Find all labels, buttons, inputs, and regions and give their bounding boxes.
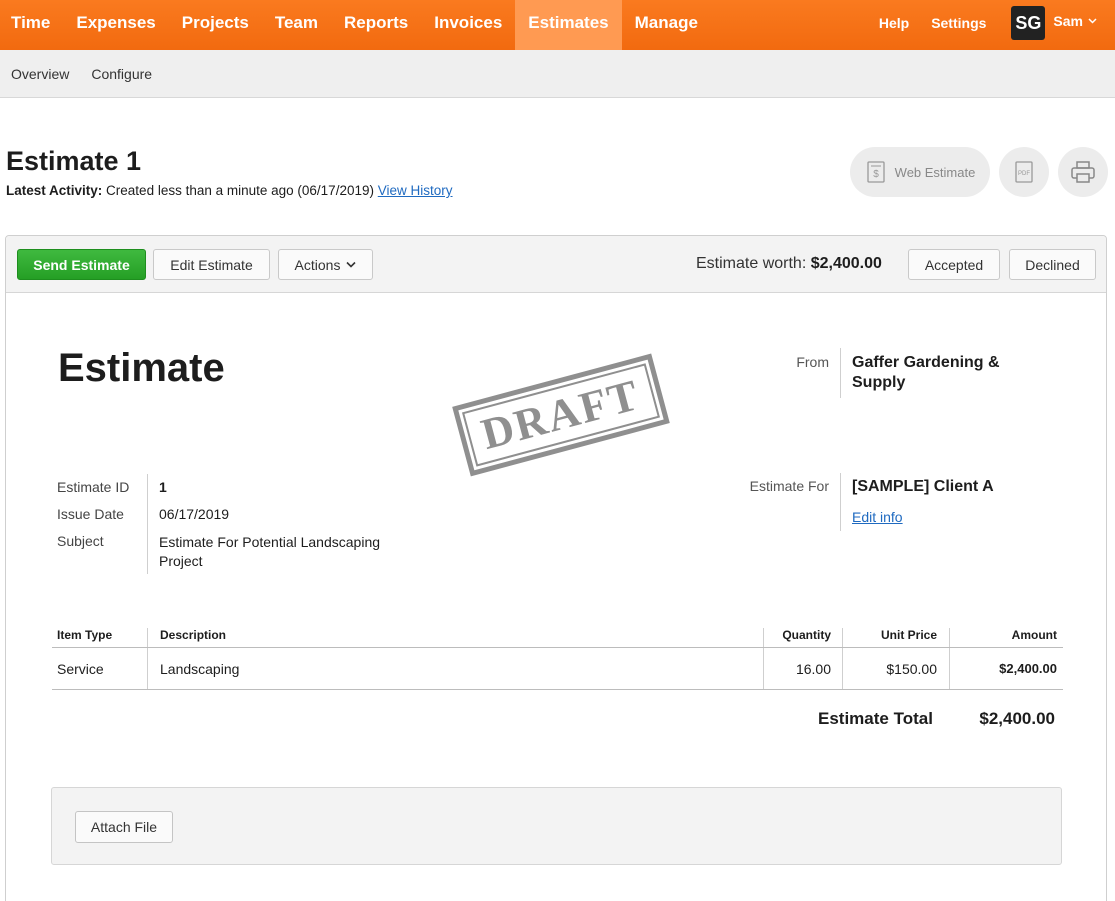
sub-nav: Overview Configure <box>0 50 1115 98</box>
worth-value: $2,400.00 <box>810 255 882 272</box>
web-estimate-label: Web Estimate <box>894 164 976 180</box>
cell-unit-price: $150.00 <box>842 648 949 689</box>
header-description: Description <box>147 628 764 647</box>
actions-label: Actions <box>294 256 341 273</box>
estimate-toolbar: Send Estimate Edit Estimate Actions Esti… <box>6 236 1106 293</box>
from-value: Gaffer Gardening & Supply <box>852 354 1000 391</box>
pdf-button[interactable]: PDF <box>999 147 1049 197</box>
user-name: Sam <box>1053 13 1083 29</box>
declined-button[interactable]: Declined <box>1009 249 1096 280</box>
header-unit-price: Unit Price <box>842 628 949 647</box>
nav-item-reports[interactable]: Reports <box>331 0 421 50</box>
subject-value: Estimate For Potential Landscaping Proje… <box>159 534 381 569</box>
nav-item-team[interactable]: Team <box>262 0 331 50</box>
nav-item-expenses[interactable]: Expenses <box>63 0 168 50</box>
issue-date-label: Issue Date <box>57 506 124 522</box>
printer-icon <box>1071 161 1095 183</box>
nav-item-time[interactable]: Time <box>0 0 63 50</box>
actions-dropdown[interactable]: Actions <box>278 249 373 280</box>
cell-description: Landscaping <box>147 648 764 689</box>
divider <box>840 473 841 531</box>
header-item-type: Item Type <box>57 628 113 642</box>
activity-text: Created less than a minute ago (06/17/20… <box>106 183 374 198</box>
send-estimate-button[interactable]: Send Estimate <box>17 249 146 280</box>
pdf-icon: PDF <box>1015 161 1033 183</box>
accepted-button[interactable]: Accepted <box>908 249 1000 280</box>
help-link[interactable]: Help <box>868 0 920 50</box>
latest-activity: Latest Activity: Created less than a min… <box>6 183 453 198</box>
estimate-worth: Estimate worth: $2,400.00 <box>696 255 882 273</box>
issue-date-value: 06/17/2019 <box>159 506 230 522</box>
worth-label: Estimate worth: <box>696 255 807 272</box>
activity-label: Latest Activity: <box>6 183 103 198</box>
chevron-down-icon <box>1088 18 1097 24</box>
avatar[interactable]: SG <box>1011 6 1046 40</box>
table-row: Service Landscaping 16.00 $150.00 $2,400… <box>52 648 1063 690</box>
header-amount: Amount <box>949 628 1063 647</box>
edit-estimate-button[interactable]: Edit Estimate <box>153 249 270 280</box>
nav-item-estimates[interactable]: Estimates <box>515 0 622 50</box>
client-name: [SAMPLE] Client A <box>852 478 994 495</box>
top-nav: Time Expenses Projects Team Reports Invo… <box>0 0 1115 50</box>
nav-item-invoices[interactable]: Invoices <box>421 0 515 50</box>
nav-item-manage[interactable]: Manage <box>622 0 711 50</box>
estimate-id-value: 1 <box>159 479 167 495</box>
user-menu[interactable]: Sam <box>1053 13 1097 29</box>
divider <box>840 348 841 398</box>
estimate-total-label: Estimate Total <box>818 709 933 728</box>
view-history-link[interactable]: View History <box>378 183 453 198</box>
estimate-panel: Send Estimate Edit Estimate Actions Esti… <box>5 235 1107 901</box>
print-button[interactable] <box>1058 147 1108 197</box>
settings-link[interactable]: Settings <box>920 0 997 50</box>
attach-file-button[interactable]: Attach File <box>75 811 173 843</box>
estimate-for-label: Estimate For <box>749 478 829 494</box>
subject-label: Subject <box>57 533 104 549</box>
svg-text:$: $ <box>873 169 879 180</box>
web-estimate-button[interactable]: $ Web Estimate <box>850 147 990 197</box>
pdf-icon-text: PDF <box>1018 171 1030 177</box>
estimate-id-label: Estimate ID <box>57 479 130 495</box>
chevron-down-icon <box>346 261 357 268</box>
draft-stamp-text: DRAFT <box>461 363 660 467</box>
attachments-area: Attach File <box>51 787 1062 865</box>
table-header: Item Type Description Quantity Unit Pric… <box>52 628 1063 648</box>
estimate-total-value: $2,400.00 <box>979 709 1055 728</box>
document-title: Estimate <box>58 346 225 390</box>
page-title: Estimate 1 <box>6 146 142 176</box>
edit-info-link[interactable]: Edit info <box>852 509 903 525</box>
divider <box>147 474 148 574</box>
header-quantity: Quantity <box>763 628 843 647</box>
line-items-table: Item Type Description Quantity Unit Pric… <box>52 628 1063 690</box>
from-label: From <box>796 354 829 370</box>
nav-right: Help Settings SG Sam <box>868 0 1115 50</box>
cell-amount: $2,400.00 <box>949 648 1063 689</box>
nav-item-projects[interactable]: Projects <box>169 0 262 50</box>
draft-stamp: DRAFT <box>452 353 670 477</box>
cell-item-type: Service <box>57 660 104 677</box>
subnav-configure[interactable]: Configure <box>91 66 152 82</box>
cell-quantity: 16.00 <box>763 648 843 689</box>
web-estimate-icon: $ <box>867 161 885 183</box>
subnav-overview[interactable]: Overview <box>11 66 69 82</box>
